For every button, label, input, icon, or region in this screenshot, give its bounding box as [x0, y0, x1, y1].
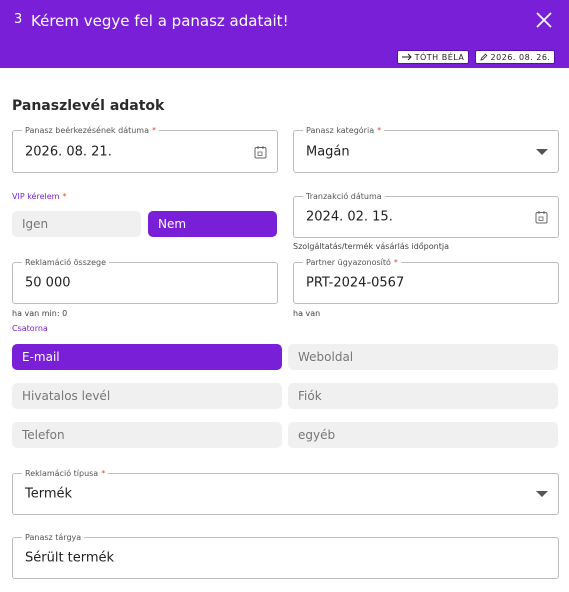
chevron-down-icon[interactable]	[536, 148, 548, 155]
transaction-date-label: Tranzakció dátuma	[303, 191, 385, 202]
channel-option-telefon[interactable]: Telefon	[12, 422, 282, 448]
received-date-value: 2026. 08. 21.	[25, 144, 112, 159]
assigned-user-chip[interactable]: TÓTH BÉLA	[397, 50, 469, 64]
arrow-right-icon	[401, 53, 412, 61]
amount-helper: ha van min: 0	[12, 309, 68, 318]
complaint-type-select[interactable]: Reklamáció típusa * Termék	[12, 468, 559, 515]
modal-title: Kérem vegye fel a panasz adatait!	[31, 12, 289, 30]
calendar-icon[interactable]	[535, 210, 548, 224]
partner-id-helper: ha van	[293, 309, 321, 318]
partner-id-field[interactable]: Partner ügyazonosító * PRT-2024-0567	[293, 257, 559, 304]
date-chip[interactable]: 2026. 08. 26.	[475, 50, 555, 64]
category-label: Panasz kategória *	[303, 125, 385, 136]
complaint-type-value: Termék	[25, 486, 73, 502]
amount-label: Reklamáció összege	[22, 257, 109, 268]
channel-label: Csatorna	[12, 324, 48, 333]
vip-option-igen[interactable]: Igen	[12, 211, 141, 237]
close-icon[interactable]	[534, 10, 554, 30]
transaction-date-field[interactable]: Tranzakció dátuma 2024. 02. 15.	[293, 191, 559, 238]
subject-label: Panasz tárgya	[22, 532, 85, 543]
channel-option-hivatalos-level[interactable]: Hivatalos levél	[12, 383, 282, 409]
pencil-icon	[479, 53, 487, 61]
section-title: Panaszlevél adatok	[12, 98, 165, 114]
step-number: 3	[14, 12, 23, 27]
transaction-date-value: 2024. 02. 15.	[306, 209, 393, 225]
complaint-type-label: Reklamáció típusa *	[22, 468, 109, 479]
category-select[interactable]: Panasz kategória * Magán	[293, 125, 559, 173]
partner-id-label: Partner ügyazonosító *	[303, 257, 401, 268]
subject-field[interactable]: Panasz tárgya Sérült termék	[12, 532, 559, 579]
assigned-user-name: TÓTH BÉLA	[414, 52, 465, 62]
modal-header: 3 Kérem vegye fel a panasz adatait! TÓTH…	[0, 0, 569, 68]
subject-value: Sérült termék	[25, 550, 115, 566]
channel-option-egyeb[interactable]: egyéb	[288, 422, 558, 448]
chevron-down-icon[interactable]	[536, 491, 548, 497]
calendar-icon[interactable]	[254, 145, 267, 159]
partner-id-value: PRT-2024-0567	[306, 275, 405, 291]
vip-option-nem[interactable]: Nem	[148, 211, 277, 237]
channel-option-fiok[interactable]: Fiók	[288, 383, 558, 409]
channel-option-weboldal[interactable]: Weboldal	[288, 344, 558, 370]
amount-value: 50 000	[25, 275, 71, 291]
transaction-date-helper: Szolgáltatás/termék vásárlás időpontja	[293, 242, 449, 251]
received-date-label: Panasz beérkezésének dátuma *	[22, 125, 159, 136]
date-chip-value: 2026. 08. 26.	[490, 52, 551, 62]
category-value: Magán	[306, 144, 350, 159]
vip-label: VIP kérelem *	[12, 192, 67, 201]
channel-option-email[interactable]: E-mail	[12, 344, 282, 370]
amount-field[interactable]: Reklamáció összege 50 000	[12, 257, 278, 304]
received-date-field[interactable]: Panasz beérkezésének dátuma * 2026. 08. 2…	[12, 125, 278, 173]
